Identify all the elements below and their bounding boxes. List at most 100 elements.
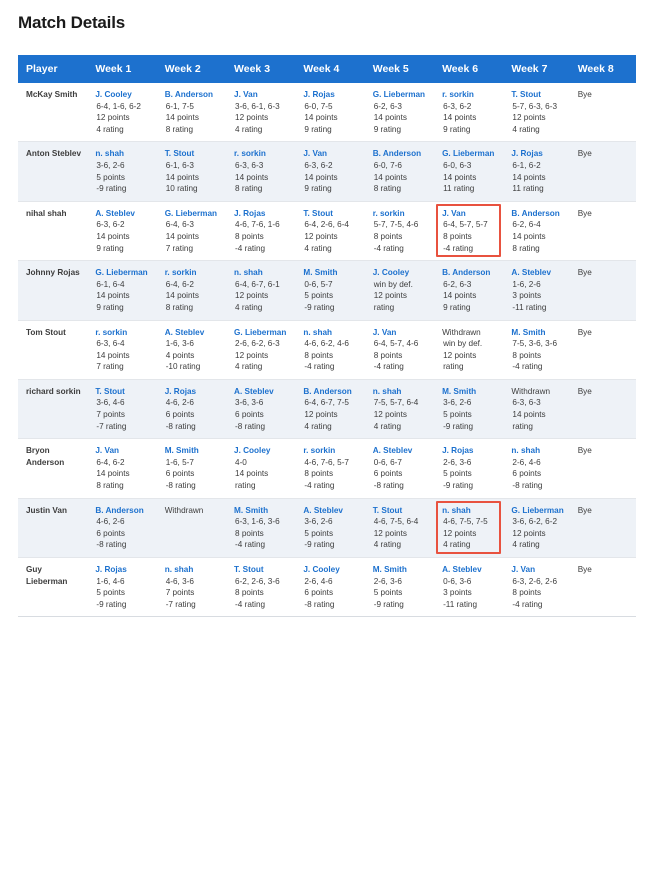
column-header-week-7[interactable]: Week 7	[503, 55, 570, 83]
opponent-link[interactable]: J. Van	[95, 445, 152, 457]
opponent-link[interactable]: G. Lieberman	[373, 89, 430, 101]
match-cell[interactable]: Withdrawn	[156, 498, 227, 559]
match-cell[interactable]: T. Stout 4-6, 7-5, 6-4 12 points 4 rating	[364, 498, 435, 559]
player-name-cell[interactable]: Anton Steblev	[18, 141, 88, 202]
player-name-cell[interactable]: nihal shah	[18, 201, 88, 262]
opponent-link[interactable]: J. Van	[511, 564, 565, 576]
match-cell[interactable]: J. Van 6-4, 5-7, 5-7 8 points -4 rating	[434, 201, 504, 262]
match-cell[interactable]: J. Van 6-3, 2-6, 2-6 8 points -4 rating	[503, 557, 570, 618]
opponent-link[interactable]: J. Van	[442, 208, 499, 220]
match-cell[interactable]: B. Anderson 6-4, 6-7, 7-5 12 points 4 ratin…	[295, 379, 365, 440]
opponent-link[interactable]: n. shah	[373, 386, 430, 398]
opponent-link[interactable]: M. Smith	[303, 267, 360, 279]
opponent-link[interactable]: J. Rojas	[165, 386, 222, 398]
match-cell[interactable]: J. Cooley 2-6, 4-6 6 points -8 rating	[295, 557, 365, 618]
match-cell[interactable]: G. Lieberman 6-0, 6-3 14 points 11 rating	[434, 141, 504, 202]
match-cell[interactable]: r. sorkin 6-4, 6-2 14 points 8 rating	[156, 260, 227, 321]
opponent-link[interactable]: J. Cooley	[234, 445, 291, 457]
match-cell[interactable]: M. Smith 6-3, 1-6, 3-6 8 points -4 rating	[226, 498, 296, 559]
opponent-link[interactable]: J. Van	[303, 148, 360, 160]
column-header-week-4[interactable]: Week 4	[295, 55, 365, 83]
match-cell[interactable]: G. Lieberman 3-6, 6-2, 6-2 12 points 4 rati…	[503, 498, 570, 559]
match-cell[interactable]: G. Lieberman 6-4, 6-3 14 points 7 rating	[156, 201, 227, 262]
opponent-link[interactable]: M. Smith	[373, 564, 430, 576]
match-cell[interactable]: A. Steblev 3-6, 3-6 6 points -8 rating	[226, 379, 296, 440]
match-cell[interactable]: Withdrawn win by def. 12 points rating	[434, 320, 504, 380]
match-cell[interactable]: n. shah 3-6, 2-6 5 points -9 rating	[87, 141, 157, 202]
opponent-link[interactable]: J. Rojas	[442, 445, 499, 457]
match-cell[interactable]: A. Steblev 3-6, 2-6 5 points -9 rating	[295, 498, 365, 559]
player-name-cell[interactable]: Johnny Rojas	[18, 260, 88, 321]
match-cell[interactable]: B. Anderson 4-6, 2-6 6 points -8 rating	[87, 498, 157, 559]
match-cell[interactable]: G. Lieberman 6-2, 6-3 14 points 9 rating	[364, 83, 435, 143]
column-header-week-3[interactable]: Week 3	[226, 55, 296, 83]
column-header-week-5[interactable]: Week 5	[364, 55, 435, 83]
opponent-link[interactable]: G. Lieberman	[165, 208, 222, 220]
player-name-cell[interactable]: richard sorkin	[18, 379, 88, 440]
match-cell[interactable]: J. Rojas 1-6, 4-6 5 points -9 rating	[87, 557, 157, 618]
opponent-link[interactable]: A. Steblev	[234, 386, 291, 398]
match-cell[interactable]: M. Smith 7-5, 3-6, 3-6 8 points -4 rating	[503, 320, 570, 380]
match-cell[interactable]: J. Van 3-6, 6-1, 6-3 12 points 4 rating	[226, 83, 296, 143]
match-cell[interactable]: J. Cooley win by def. 12 points rating	[364, 260, 435, 321]
opponent-link[interactable]: n. shah	[511, 445, 565, 457]
match-cell[interactable]: M. Smith 3-6, 2-6 5 points -9 rating	[434, 379, 504, 440]
match-cell[interactable]: n. shah 2-6, 4-6 6 points -8 rating	[503, 438, 570, 499]
opponent-link[interactable]: J. Van	[234, 89, 291, 101]
opponent-link[interactable]: A. Steblev	[165, 327, 222, 339]
opponent-link[interactable]: r. sorkin	[303, 445, 360, 457]
match-cell[interactable]: r. sorkin 5-7, 7-5, 4-6 8 points -4 rating	[364, 201, 435, 262]
match-cell[interactable]: T. Stout 6-2, 2-6, 3-6 8 points -4 rating	[226, 557, 296, 618]
match-cell[interactable]: G. Lieberman 6-1, 6-4 14 points 9 rating	[87, 260, 157, 321]
opponent-link[interactable]: T. Stout	[234, 564, 291, 576]
opponent-link[interactable]: r. sorkin	[373, 208, 430, 220]
match-cell[interactable]: J. Cooley 4-0 14 points rating	[226, 438, 296, 499]
match-cell[interactable]: J. Rojas 2-6, 3-6 5 points -9 rating	[434, 438, 504, 499]
opponent-link[interactable]: A. Steblev	[95, 208, 152, 220]
opponent-link[interactable]: r. sorkin	[95, 327, 152, 339]
opponent-link[interactable]: T. Stout	[303, 208, 360, 220]
match-cell[interactable]: A. Steblev 1-6, 3-6 4 points -10 rating	[156, 320, 227, 380]
match-cell[interactable]: J. Cooley 6-4, 1-6, 6-2 12 points 4 rating	[87, 83, 157, 143]
match-cell[interactable]: T. Stout 3-6, 4-6 7 points -7 rating	[87, 379, 157, 440]
match-cell[interactable]: J. Rojas 4-6, 7-6, 1-6 8 points -4 rating	[226, 201, 296, 262]
opponent-link[interactable]: B. Anderson	[373, 148, 430, 160]
match-cell[interactable]: J. Rojas 6-0, 7-5 14 points 9 rating	[295, 83, 365, 143]
opponent-link[interactable]: J. Rojas	[95, 564, 152, 576]
match-cell[interactable]: n. shah 4-6, 3-6 7 points -7 rating	[156, 557, 227, 618]
opponent-link[interactable]: M. Smith	[234, 505, 291, 517]
opponent-link[interactable]: T. Stout	[373, 505, 430, 517]
opponent-link[interactable]: G. Lieberman	[511, 505, 565, 517]
player-name-cell[interactable]: Justin Van	[18, 498, 88, 559]
opponent-link[interactable]: A. Steblev	[442, 564, 499, 576]
opponent-link[interactable]: B. Anderson	[165, 89, 222, 101]
opponent-link[interactable]: B. Anderson	[95, 505, 152, 517]
match-cell[interactable]: n. shah 6-4, 6-7, 6-1 12 points 4 rating	[226, 260, 296, 321]
match-cell[interactable]: r. sorkin 6-3, 6-2 14 points 9 rating	[434, 83, 504, 143]
opponent-link[interactable]: G. Lieberman	[442, 148, 499, 160]
opponent-link[interactable]: n. shah	[442, 505, 499, 517]
match-cell[interactable]: A. Steblev 1-6, 2-6 3 points -11 rating	[503, 260, 570, 321]
opponent-link[interactable]: J. Van	[373, 327, 430, 339]
opponent-link[interactable]: n. shah	[303, 327, 360, 339]
match-cell[interactable]: M. Smith 2-6, 3-6 5 points -9 rating	[364, 557, 435, 618]
opponent-link[interactable]: T. Stout	[165, 148, 222, 160]
opponent-link[interactable]: M. Smith	[442, 386, 499, 398]
opponent-link[interactable]: M. Smith	[165, 445, 222, 457]
opponent-link[interactable]: J. Rojas	[234, 208, 291, 220]
player-name-cell[interactable]: McKay Smith	[18, 83, 88, 143]
match-cell[interactable]: n. shah 7-5, 5-7, 6-4 12 points 4 rating	[364, 379, 435, 440]
match-cell[interactable]: B. Anderson 6-2, 6-4 14 points 8 rating	[503, 201, 570, 262]
match-cell[interactable]: Withdrawn 6-3, 6-3 14 points rating	[503, 379, 570, 440]
match-cell[interactable]: r. sorkin 6-3, 6-3 14 points 8 rating	[226, 141, 296, 202]
opponent-link[interactable]: n. shah	[234, 267, 291, 279]
player-name-cell[interactable]: Tom Stout	[18, 320, 88, 380]
player-name-cell[interactable]: Guy Lieberman	[18, 557, 88, 618]
opponent-link[interactable]: J. Cooley	[373, 267, 430, 279]
match-cell[interactable]: T. Stout 5-7, 6-3, 6-3 12 points 4 rating	[503, 83, 570, 143]
opponent-link[interactable]: J. Rojas	[511, 148, 565, 160]
opponent-link[interactable]: M. Smith	[511, 327, 565, 339]
match-cell[interactable]: M. Smith 1-6, 5-7 6 points -8 rating	[156, 438, 227, 499]
opponent-link[interactable]: B. Anderson	[442, 267, 499, 279]
match-cell[interactable]: A. Steblev 6-3, 6-2 14 points 9 rating	[87, 201, 157, 262]
